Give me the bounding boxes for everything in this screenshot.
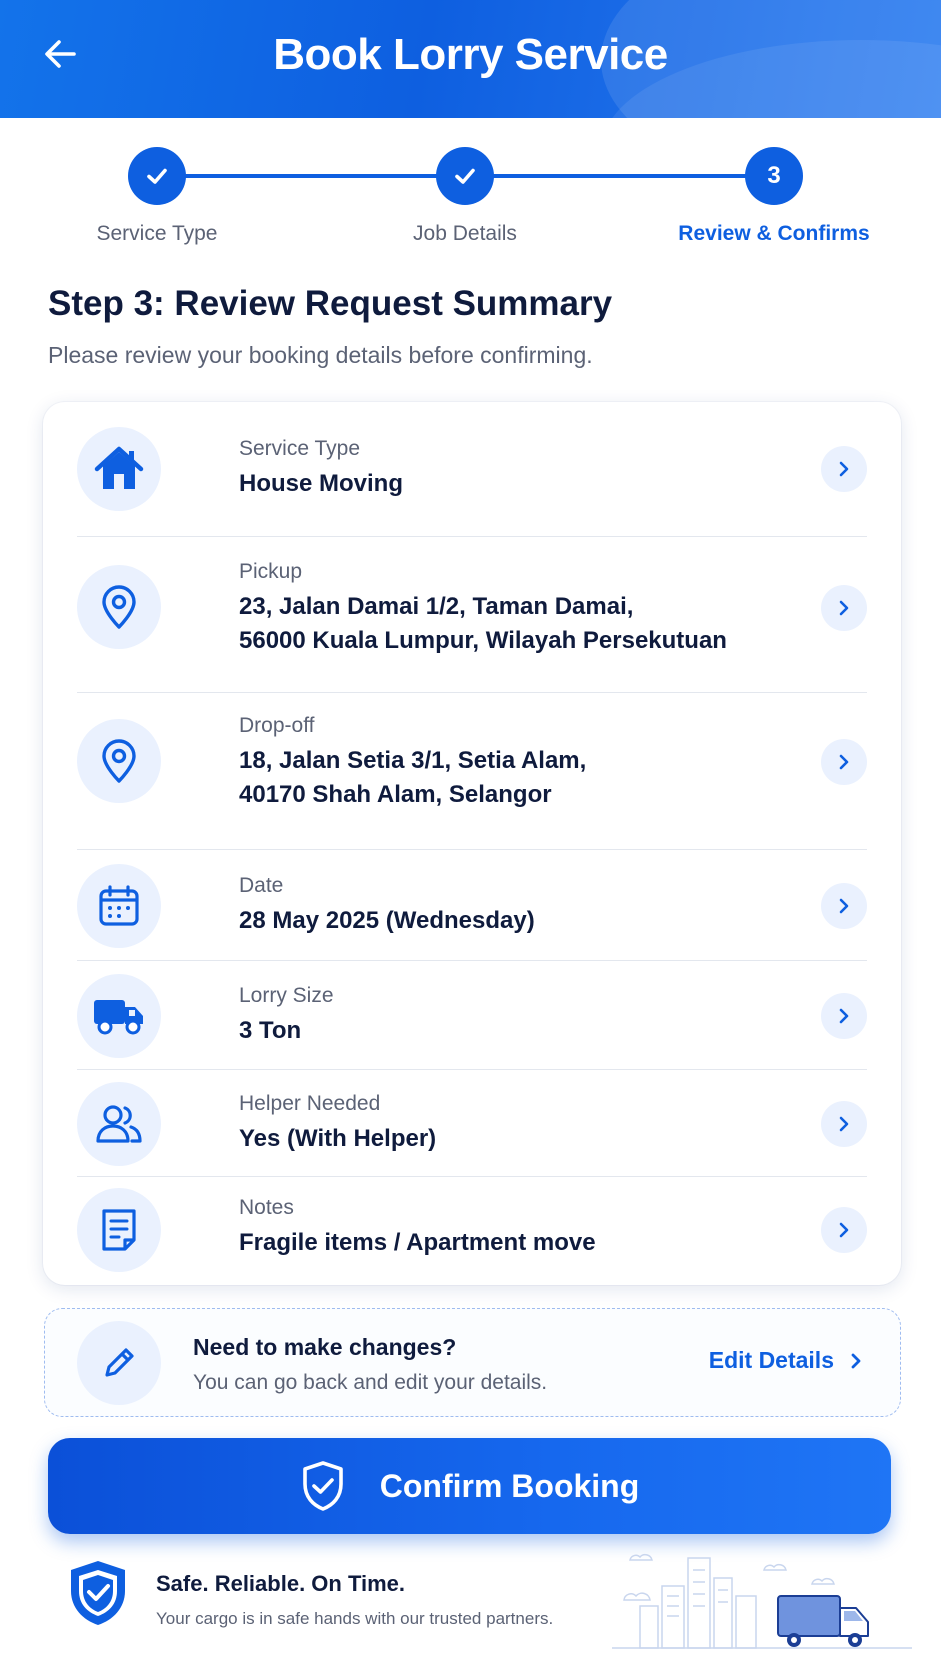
check-icon xyxy=(455,168,475,184)
icon-container xyxy=(77,1082,161,1166)
shield-check-icon xyxy=(302,1461,343,1511)
location-pin-icon xyxy=(102,585,136,629)
page-title: Step 3: Review Request Summary xyxy=(48,284,613,323)
calendar-icon xyxy=(99,885,139,926)
progress-stepper: 3 Service Type Job Details Review & Conf… xyxy=(0,118,941,258)
step-label-job-details: Job Details xyxy=(413,222,517,245)
row-divider xyxy=(77,536,867,537)
chevron-right-icon xyxy=(851,1353,861,1368)
changes-title: Need to make changes? xyxy=(193,1334,457,1360)
icon-container xyxy=(77,864,161,948)
step-2-complete[interactable] xyxy=(436,147,494,205)
icon-container xyxy=(77,1188,161,1272)
summary-card: Service Type House Moving Pickup 23, Jal… xyxy=(43,402,901,1285)
page-header-title: Book Lorry Service xyxy=(273,30,668,79)
edit-details-label: Edit Details xyxy=(708,1347,834,1373)
shield-check-icon xyxy=(71,1561,125,1625)
users-icon xyxy=(96,1105,142,1143)
city-truck-illustration xyxy=(612,1553,912,1649)
edit-details-link[interactable]: Edit Details xyxy=(709,1347,864,1374)
changes-subtitle: You can go back and edit your details. xyxy=(193,1371,548,1394)
row-value: Yes (With Helper) xyxy=(239,1125,437,1152)
row-label: Date xyxy=(239,874,284,897)
row-divider xyxy=(77,692,867,693)
summary-row-lorry-size[interactable]: Lorry Size 3 Ton xyxy=(77,974,867,1058)
icon-container xyxy=(77,565,161,649)
icon-container xyxy=(77,1321,161,1405)
step-label-service-type: Service Type xyxy=(96,222,218,245)
summary-row-dropoff[interactable]: Drop-off 18, Jalan Setia 3/1, Setia Alam… xyxy=(77,708,867,828)
row-value: House Moving xyxy=(239,470,404,497)
step-3-active[interactable]: 3 xyxy=(745,147,803,205)
summary-row-pickup[interactable]: Pickup 23, Jalan Damai 1/2, Taman Damai,… xyxy=(77,554,867,674)
check-icon xyxy=(147,168,167,184)
row-label: Notes xyxy=(239,1196,294,1219)
row-label: Helper Needed xyxy=(239,1092,381,1115)
row-divider xyxy=(77,1069,867,1070)
page-subtitle: Please review your booking details befor… xyxy=(48,342,593,368)
summary-row-helper[interactable]: Helper Needed Yes (With Helper) xyxy=(77,1082,867,1166)
chevron-right-icon[interactable] xyxy=(821,446,867,492)
step-number: 3 xyxy=(767,162,781,189)
confirm-booking-label: Confirm Booking xyxy=(379,1467,640,1504)
step-connector xyxy=(185,174,437,178)
chevron-right-icon[interactable] xyxy=(821,739,867,785)
summary-row-notes[interactable]: Notes Fragile items / Apartment move xyxy=(77,1188,867,1272)
house-icon xyxy=(94,446,144,489)
document-icon xyxy=(102,1209,136,1251)
row-value-line1: 23, Jalan Damai 1/2, Taman Damai, xyxy=(239,593,634,620)
truck-icon xyxy=(94,1000,143,1035)
chevron-right-icon[interactable] xyxy=(821,993,867,1039)
step-1-complete[interactable] xyxy=(128,147,186,205)
row-value-line1: 18, Jalan Setia 3/1, Setia Alam, xyxy=(239,747,587,774)
edit-details-box: Need to make changes? You can go back an… xyxy=(44,1308,901,1417)
footer-title: Safe. Reliable. On Time. xyxy=(156,1571,406,1596)
icon-container xyxy=(77,974,161,1058)
summary-row-date[interactable]: Date 28 May 2025 (Wednesday) xyxy=(77,864,867,948)
step-connector xyxy=(493,174,747,178)
row-value: 28 May 2025 (Wednesday) xyxy=(239,907,535,934)
location-pin-icon xyxy=(102,739,136,783)
row-divider xyxy=(77,849,867,850)
step-label-review: Review & Confirms xyxy=(678,222,870,245)
chevron-right-icon[interactable] xyxy=(821,585,867,631)
pencil-icon xyxy=(105,1348,134,1377)
icon-container xyxy=(77,427,161,511)
chevron-right-icon[interactable] xyxy=(821,1101,867,1147)
row-label: Service Type xyxy=(239,437,361,460)
row-label: Pickup xyxy=(239,560,303,583)
app-header: Book Lorry Service xyxy=(0,0,941,118)
row-label: Drop-off xyxy=(239,714,315,737)
row-value: Fragile items / Apartment move xyxy=(239,1229,596,1256)
summary-row-service-type[interactable]: Service Type House Moving xyxy=(77,427,867,511)
row-value: 3 Ton xyxy=(239,1017,302,1044)
row-label: Lorry Size xyxy=(239,984,334,1007)
row-value-line2: 40170 Shah Alam, Selangor xyxy=(239,781,552,808)
row-divider xyxy=(77,960,867,961)
row-value-line2: 56000 Kuala Lumpur, Wilayah Persekutuan xyxy=(239,627,727,654)
footer-subtitle: Your cargo is in safe hands with our tru… xyxy=(156,1609,554,1628)
chevron-right-icon[interactable] xyxy=(821,883,867,929)
row-divider xyxy=(77,1176,867,1177)
chevron-right-icon[interactable] xyxy=(821,1207,867,1253)
confirm-booking-button[interactable]: Confirm Booking xyxy=(48,1438,891,1534)
icon-container xyxy=(77,719,161,803)
